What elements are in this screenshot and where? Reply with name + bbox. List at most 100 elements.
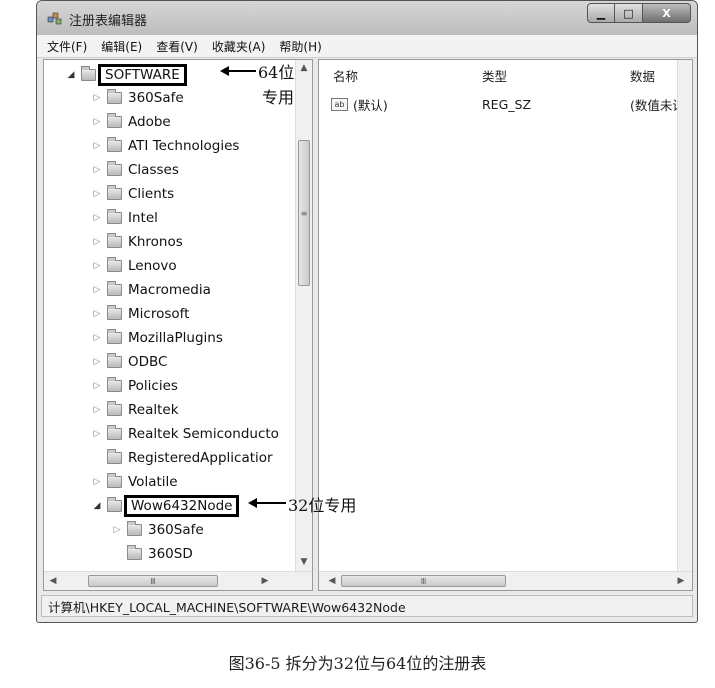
values-list-pane[interactable]: 名称 类型 数据 ab (默认) REG_SZ (数值未设 ◀ Ⅲ ▶ bbox=[318, 59, 693, 591]
tree-horizontal-scrollbar[interactable]: ◀ Ⅲ ▶ bbox=[44, 571, 312, 590]
maximize-button[interactable]: □ bbox=[615, 3, 643, 23]
minimize-button[interactable]: ▁ bbox=[587, 3, 615, 23]
tree-item[interactable]: ▷ Lenovo bbox=[92, 255, 177, 277]
close-button[interactable]: X bbox=[643, 3, 691, 23]
folder-icon bbox=[127, 545, 142, 560]
expand-arrow-icon[interactable]: ▷ bbox=[92, 309, 102, 319]
collapse-arrow-icon[interactable]: ◢ bbox=[66, 70, 76, 80]
string-value-icon: ab bbox=[331, 97, 348, 111]
tree-item[interactable]: ▷ Volatile bbox=[92, 471, 178, 493]
tree-item-label: 360Safe bbox=[148, 522, 204, 538]
figure-caption: 图36-5 拆分为32位与64位的注册表 bbox=[228, 654, 487, 673]
tree-item[interactable]: ▷ Clients bbox=[92, 183, 174, 205]
expand-arrow-icon[interactable]: ▷ bbox=[92, 477, 102, 487]
folder-icon bbox=[107, 425, 122, 440]
tree-item[interactable]: ▷ ATI Technologies bbox=[92, 135, 239, 157]
expand-arrow-icon[interactable]: ▷ bbox=[92, 165, 102, 175]
folder-icon bbox=[107, 281, 122, 296]
folder-icon bbox=[127, 521, 142, 536]
scroll-left-arrow-icon[interactable]: ◀ bbox=[325, 573, 339, 589]
key-tree-pane[interactable]: ◢ SOFTWARE ▷ 360Safe ▷ Adobe ▷ ATI Technolo… bbox=[43, 59, 313, 591]
annotation-64bit: 64位 bbox=[258, 63, 295, 82]
tree-item[interactable]: ▷ Khronos bbox=[92, 231, 183, 253]
list-vertical-scrollbar[interactable] bbox=[677, 60, 692, 572]
expand-arrow-icon[interactable]: ▷ bbox=[92, 189, 102, 199]
expand-arrow-icon[interactable]: ▷ bbox=[92, 333, 102, 343]
tree-item[interactable]: 360SD bbox=[112, 543, 193, 565]
expand-arrow-icon[interactable]: ▷ bbox=[92, 213, 102, 223]
column-header-type[interactable]: 类型 bbox=[482, 66, 507, 85]
folder-icon bbox=[107, 161, 122, 176]
folder-icon bbox=[107, 377, 122, 392]
value-row[interactable]: ab (默认) bbox=[331, 94, 388, 114]
folder-icon bbox=[107, 113, 122, 128]
tree-item[interactable]: ▷ MozillaPlugins bbox=[92, 327, 223, 349]
tree-item-label: Classes bbox=[128, 162, 179, 178]
scroll-right-arrow-icon[interactable]: ▶ bbox=[258, 573, 272, 589]
scroll-left-arrow-icon[interactable]: ◀ bbox=[46, 573, 60, 589]
scroll-right-arrow-icon[interactable]: ▶ bbox=[674, 573, 688, 589]
annotation-arrow-line bbox=[256, 502, 286, 504]
tree-item[interactable]: ▷ Realtek Semiconducto bbox=[92, 423, 279, 445]
tree-vertical-scroll-thumb[interactable]: ≡ bbox=[298, 140, 310, 286]
tree-item[interactable]: ▷ ODBC bbox=[92, 351, 167, 373]
menu-edit[interactable]: 编辑(E) bbox=[94, 38, 149, 55]
expand-arrow-icon[interactable]: ▷ bbox=[92, 381, 102, 391]
tree-item[interactable]: ▷ Policies bbox=[92, 375, 178, 397]
tree-item[interactable]: ▷ Microsoft bbox=[92, 303, 189, 325]
tree-item-wow6432node[interactable]: ◢ Wow6432Node bbox=[92, 495, 240, 517]
collapse-arrow-icon[interactable]: ◢ bbox=[92, 501, 102, 511]
tree-item[interactable]: ▷ Intel bbox=[92, 207, 158, 229]
tree-item-label: 360Safe bbox=[128, 90, 184, 106]
expand-arrow-icon[interactable]: ▷ bbox=[92, 429, 102, 439]
folder-icon bbox=[107, 305, 122, 320]
tree-item[interactable]: ▷ Realtek bbox=[92, 399, 179, 421]
list-horizontal-scroll-thumb[interactable]: Ⅲ bbox=[341, 575, 506, 587]
expand-arrow-icon[interactable]: ▷ bbox=[92, 261, 102, 271]
expand-arrow-icon[interactable]: ▷ bbox=[92, 93, 102, 103]
tree-item-label: Wow6432Node bbox=[124, 495, 240, 517]
tree-item[interactable]: ▷ Macromedia bbox=[92, 279, 211, 301]
tree-item[interactable]: ▷ 360Safe bbox=[112, 519, 204, 541]
tree-item[interactable]: ▷ Adobe bbox=[92, 111, 171, 133]
annotation-32bit: 32位专用 bbox=[288, 496, 357, 515]
registry-app-icon bbox=[47, 12, 62, 25]
tree-item-label: Microsoft bbox=[128, 306, 190, 322]
list-horizontal-scrollbar[interactable]: ◀ Ⅲ ▶ bbox=[319, 571, 692, 590]
scroll-up-arrow-icon[interactable]: ▲ bbox=[296, 60, 312, 76]
tree-item-label: ODBC bbox=[128, 354, 168, 370]
column-header-name[interactable]: 名称 bbox=[333, 66, 358, 85]
menu-view[interactable]: 查看(V) bbox=[149, 38, 205, 55]
folder-icon bbox=[107, 401, 122, 416]
column-header-data[interactable]: 数据 bbox=[630, 66, 655, 85]
menu-favorites[interactable]: 收藏夹(A) bbox=[205, 38, 273, 55]
folder-icon bbox=[107, 329, 122, 344]
menu-help[interactable]: 帮助(H) bbox=[272, 38, 328, 55]
menu-file[interactable]: 文件(F) bbox=[37, 38, 94, 55]
scroll-down-arrow-icon[interactable]: ▼ bbox=[296, 554, 312, 570]
expand-arrow-icon[interactable]: ▷ bbox=[112, 525, 122, 535]
annotation-64bit-line2: 专用 bbox=[262, 88, 295, 107]
tree-item-label: Realtek bbox=[128, 402, 179, 418]
expand-arrow-icon[interactable]: ▷ bbox=[92, 405, 102, 415]
tree-horizontal-scroll-thumb[interactable]: Ⅲ bbox=[88, 575, 218, 587]
folder-icon bbox=[107, 233, 122, 248]
tree-item-label: Intel bbox=[128, 210, 158, 226]
tree-item-label: Macromedia bbox=[128, 282, 211, 298]
tree-item[interactable]: ▷ 360Safe bbox=[92, 87, 184, 109]
tree-item-label: Clients bbox=[128, 186, 175, 202]
tree-item-software[interactable]: ◢ SOFTWARE bbox=[66, 64, 187, 86]
tree-item[interactable]: RegisteredApplicatior bbox=[92, 447, 273, 469]
folder-icon bbox=[107, 449, 122, 464]
title-bar[interactable]: 注册表编辑器 ▁ □ X bbox=[37, 1, 697, 35]
menu-bar: 文件(F) 编辑(E) 查看(V) 收藏夹(A) 帮助(H) bbox=[37, 35, 697, 58]
expand-arrow-icon[interactable]: ▷ bbox=[92, 141, 102, 151]
expand-arrow-icon[interactable]: ▷ bbox=[92, 117, 102, 127]
expand-arrow-icon[interactable]: ▷ bbox=[92, 237, 102, 247]
tree-item[interactable]: ▷ Classes bbox=[92, 159, 179, 181]
registry-editor-window: 注册表编辑器 ▁ □ X 文件(F) 编辑(E) 查看(V) 收藏夹(A) 帮助… bbox=[36, 0, 698, 623]
expand-arrow-icon[interactable]: ▷ bbox=[92, 357, 102, 367]
expand-arrow-icon[interactable]: ▷ bbox=[92, 285, 102, 295]
tree-item-label: MozillaPlugins bbox=[128, 330, 223, 346]
tree-item-label: Volatile bbox=[128, 474, 178, 490]
